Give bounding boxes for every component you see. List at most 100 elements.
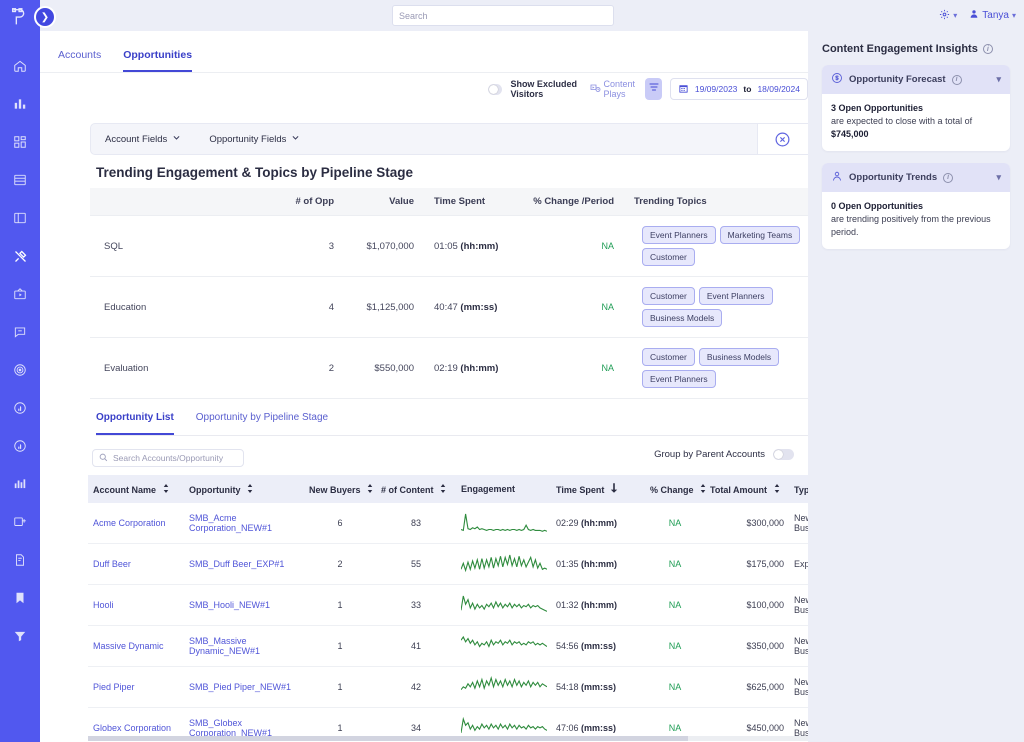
group-by-toggle[interactable] (773, 449, 794, 460)
show-excluded-visitors-toggle[interactable] (488, 84, 502, 95)
tab-opportunity-by-pipeline-stage[interactable]: Opportunity by Pipeline Stage (196, 412, 328, 435)
top-bar-right: ▾ Tanya ▾ (939, 0, 1016, 31)
sidebar-item-pages[interactable] (0, 199, 40, 237)
account-name-cell[interactable]: Duff Beer (88, 544, 184, 585)
th-new-buyers[interactable]: New Buyers (304, 475, 376, 503)
topic-chip[interactable]: Business Models (642, 309, 722, 327)
opportunity-trends-title: Opportunity Trends (849, 172, 937, 183)
opportunity-fields-dropdown[interactable]: Opportunity Fields (195, 133, 314, 145)
sidebar-item-video[interactable] (0, 275, 40, 313)
total-amount-cell: $175,000 (705, 544, 789, 585)
sidebar-item-analytics[interactable] (0, 85, 40, 123)
gear-icon (939, 9, 950, 23)
stage-name: SQL (90, 216, 260, 277)
chevron-down-icon[interactable]: ▾ (996, 74, 1001, 85)
table-row: Massive DynamicSMB_Massive Dynamic_NEW#1… (88, 626, 808, 667)
app-logo-icon[interactable] (9, 6, 31, 33)
sidebar-expand-toggle[interactable]: ❯ (34, 6, 56, 28)
opportunity-trends-header[interactable]: Opportunity Trends i ▾ (822, 163, 1010, 192)
info-icon[interactable]: i (943, 173, 953, 183)
field-filter-bar: Account Fields Opportunity Fields (90, 123, 808, 155)
sidebar-item-bookmarks[interactable] (0, 579, 40, 617)
topic-chip[interactable]: Event Planners (642, 370, 716, 388)
stage-topics: CustomerBusiness Models Event Planners (620, 338, 808, 399)
settings-menu[interactable]: ▾ (939, 9, 957, 23)
chevron-down-icon[interactable]: ▾ (996, 172, 1001, 183)
topic-chip[interactable]: Customer (642, 287, 695, 305)
opportunity-forecast-header[interactable]: Opportunity Forecast i ▾ (822, 65, 1010, 94)
engagement-sparkline (456, 667, 551, 708)
opportunity-name-cell[interactable]: SMB_Massive Dynamic_NEW#1 (184, 626, 304, 667)
topic-chip[interactable]: Marketing Teams (720, 226, 801, 244)
topic-chip[interactable]: Customer (642, 248, 695, 266)
person-icon (831, 170, 843, 185)
sidebar-item-engagement[interactable] (0, 389, 40, 427)
th-total-amount[interactable]: Total Amount (705, 475, 789, 503)
account-name-cell[interactable]: Pied Piper (88, 667, 184, 708)
opportunity-search-input[interactable]: Search Accounts/Opportunity (92, 449, 244, 467)
th-account-name[interactable]: Account Name (88, 475, 184, 503)
sidebar-item-export[interactable] (0, 503, 40, 541)
chevron-down-icon (172, 133, 181, 145)
opp-count: 4 (260, 277, 340, 338)
th-opportunity[interactable]: Opportunity (184, 475, 304, 503)
global-search-input[interactable]: Search (392, 5, 614, 26)
topic-chip[interactable]: Event Planners (642, 226, 716, 244)
opportunity-trends-body: 0 Open Opportunities are trending positi… (822, 192, 1010, 249)
chevron-down-icon: ▾ (953, 11, 957, 20)
th-engagement: Engagement (456, 475, 551, 503)
insights-panel-title: Content Engagement Insights i (822, 43, 1010, 55)
content-plays-button[interactable]: Content Plays (589, 79, 638, 99)
page-title: Trending Engagement & Topics by Pipeline… (96, 165, 413, 180)
content-count-cell: 33 (376, 585, 456, 626)
filter-button[interactable] (645, 78, 662, 100)
topic-chip[interactable]: Business Models (699, 348, 779, 366)
th-of-content[interactable]: # of Content (376, 475, 456, 503)
time-spent-cell: 54:18 (mm:ss) (551, 667, 645, 708)
opportunity-name-cell[interactable]: SMB_Hooli_NEW#1 (184, 585, 304, 626)
account-fields-dropdown[interactable]: Account Fields (91, 133, 195, 145)
th-type[interactable]: Type (789, 475, 808, 503)
th-change-period: % Change /Period (520, 188, 620, 216)
stage-time-spent: 01:05 (hh:mm) (420, 216, 520, 277)
sidebar-item-target[interactable] (0, 351, 40, 389)
content-count-cell: 83 (376, 503, 456, 544)
opportunity-horizontal-scrollbar[interactable] (88, 736, 808, 741)
th-change[interactable]: % Change (645, 475, 705, 503)
info-icon[interactable]: i (983, 44, 993, 54)
sidebar-item-engagement2[interactable] (0, 427, 40, 465)
th-value: Value (340, 188, 420, 216)
sidebar-item-reports[interactable] (0, 465, 40, 503)
sidebar-item-filters[interactable] (0, 617, 40, 655)
tab-accounts[interactable]: Accounts (58, 49, 101, 72)
sidebar-item-tools[interactable] (0, 237, 40, 275)
opportunity-name-cell[interactable]: SMB_Pied Piper_NEW#1 (184, 667, 304, 708)
topic-chip[interactable]: Event Planners (699, 287, 773, 305)
main-content: Accounts Opportunities Show Excluded Vis… (40, 31, 808, 742)
date-to: 18/09/2024 (757, 84, 800, 94)
clear-filters-icon[interactable] (774, 131, 791, 148)
topic-chip[interactable]: Customer (642, 348, 695, 366)
main-tabs: Accounts Opportunities (40, 31, 808, 73)
tab-opportunities[interactable]: Opportunities (123, 49, 192, 72)
sidebar-item-home[interactable] (0, 47, 40, 85)
stage-value: $550,000 (340, 338, 420, 399)
table-header-row: # of Opp Value Time Spent % Change /Peri… (90, 188, 808, 216)
opportunity-name-cell[interactable]: SMB_Duff Beer_EXP#1 (184, 544, 304, 585)
th-time-spent[interactable]: Time Spent (551, 475, 645, 503)
tab-opportunity-list[interactable]: Opportunity List (96, 412, 174, 435)
account-name-cell[interactable]: Hooli (88, 585, 184, 626)
info-icon[interactable]: i (952, 75, 962, 85)
date-range-picker[interactable]: 19/09/2023 to 18/09/2024 (670, 78, 808, 100)
account-name-cell[interactable]: Acme Corporation (88, 503, 184, 544)
account-name-cell[interactable]: Massive Dynamic (88, 626, 184, 667)
sidebar-item-accounts[interactable] (0, 123, 40, 161)
user-menu[interactable]: Tanya ▾ (969, 9, 1016, 22)
sidebar-item-messages[interactable] (0, 313, 40, 351)
stage-change: NA (520, 216, 620, 277)
forecast-lead: 3 Open Opportunities (831, 103, 923, 113)
sidebar-item-library[interactable] (0, 161, 40, 199)
change-cell: NA (645, 585, 705, 626)
sidebar-item-documents[interactable] (0, 541, 40, 579)
opportunity-name-cell[interactable]: SMB_Acme Corporation_NEW#1 (184, 503, 304, 544)
